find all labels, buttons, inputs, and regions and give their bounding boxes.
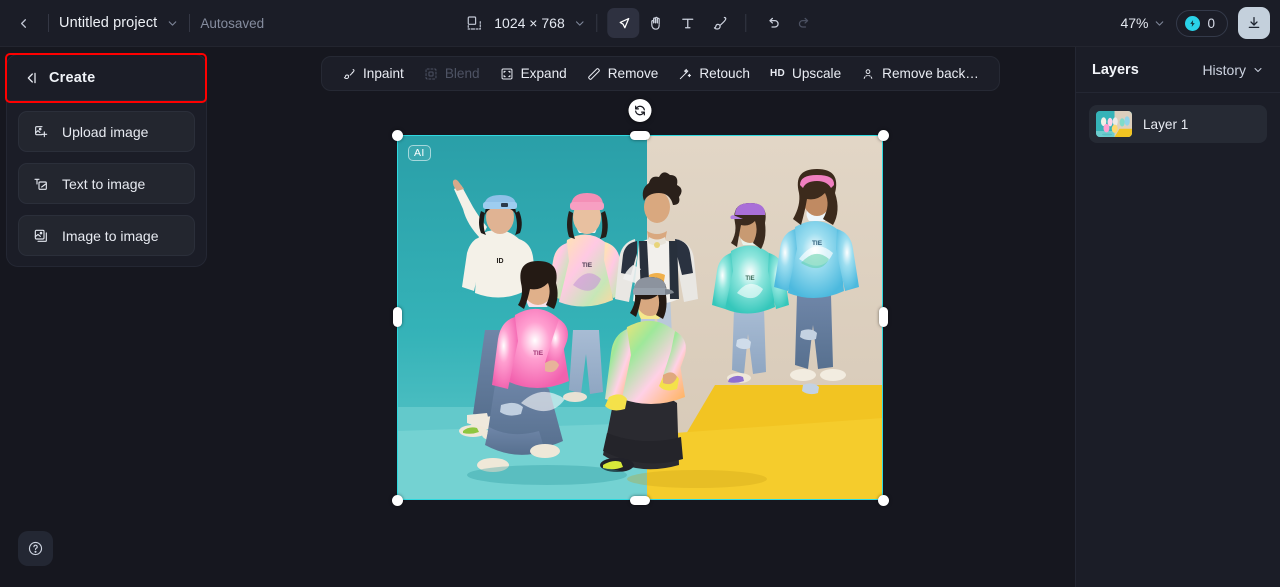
eraser-icon (587, 67, 601, 81)
create-option-text-to-image[interactable]: Text to image (18, 163, 195, 204)
layer-thumbnail (1096, 111, 1132, 137)
create-panel: Create Upload image Text to image Image … (6, 54, 207, 267)
selection-border (397, 135, 883, 500)
back-button[interactable] (8, 8, 38, 38)
chevron-down-icon[interactable] (574, 17, 587, 30)
resize-handle-middle-right[interactable] (878, 307, 888, 327)
canvas-dimensions[interactable]: 1024 × 768 (494, 15, 564, 31)
toolbar-upscale[interactable]: HD Upscale (762, 60, 849, 87)
top-bar-center-tools: 1024 × 768 (459, 0, 820, 46)
divider (596, 14, 598, 32)
inpaint-brush-icon (342, 67, 356, 81)
expand-frame-icon (500, 67, 514, 81)
create-panel-title: Create (49, 69, 96, 86)
canvas-selection[interactable]: ID TIE TIE TIE TIE AI (391, 99, 889, 506)
resize-handle-bottom-center[interactable] (630, 495, 650, 505)
toolbar-label: Blend (444, 66, 480, 81)
text-to-image-icon (33, 176, 49, 192)
history-label: History (1202, 61, 1246, 78)
toolbar-retouch[interactable]: Retouch (670, 60, 758, 87)
toolbar-inpaint[interactable]: Inpaint (334, 60, 412, 87)
retouch-wand-icon (678, 67, 692, 81)
divider (48, 14, 49, 32)
toolbar-remove-background[interactable]: Remove back… (853, 60, 987, 87)
resize-handle-middle-left[interactable] (392, 307, 402, 327)
toolbar-label: Remove (607, 66, 659, 81)
chevron-down-icon[interactable] (1153, 17, 1166, 30)
divider (189, 14, 191, 32)
autosaved-status: Autosaved (200, 15, 265, 31)
rotate-handle[interactable] (628, 99, 652, 122)
resize-handle-top-left[interactable] (391, 129, 403, 141)
project-title[interactable]: Untitled project (59, 15, 157, 31)
download-button[interactable] (1238, 7, 1270, 39)
brush-tool[interactable] (704, 8, 736, 38)
create-option-upload-image[interactable]: Upload image (18, 111, 195, 152)
credit-coin-icon (1185, 15, 1201, 31)
create-panel-header: Create (7, 55, 206, 101)
pan-tool[interactable] (640, 8, 672, 38)
hd-badge-icon: HD (769, 68, 786, 79)
credits-pill[interactable]: 0 (1176, 9, 1228, 37)
collapse-panel-icon[interactable] (23, 70, 39, 86)
create-option-label: Image to image (62, 227, 159, 244)
layers-list: Layer 1 (1076, 93, 1280, 155)
divider (745, 14, 747, 32)
layer-name: Layer 1 (1143, 116, 1189, 132)
toolbar-blend[interactable]: Blend (416, 60, 488, 87)
create-option-label: Upload image (62, 123, 149, 140)
resize-handle-top-center[interactable] (630, 130, 650, 140)
ai-badge: AI (408, 145, 431, 161)
toolbar-label: Retouch (699, 66, 750, 81)
image-to-image-icon (33, 228, 49, 244)
toolbar-label: Inpaint (363, 66, 404, 81)
toolbar-expand[interactable]: Expand (492, 60, 575, 87)
remove-background-icon (861, 67, 875, 81)
canvas-edit-toolbar: Inpaint Blend Expand Remove Retouch HD U… (321, 56, 1000, 91)
top-bar-left: Untitled project Autosaved (0, 0, 264, 46)
history-tab[interactable]: History (1202, 62, 1264, 78)
redo-button[interactable] (789, 8, 821, 38)
create-option-label: Text to image (62, 175, 146, 192)
create-option-image-to-image[interactable]: Image to image (18, 215, 195, 256)
resize-frame-icon[interactable] (459, 8, 489, 38)
toolbar-label: Expand (520, 66, 567, 81)
resize-handle-top-right[interactable] (877, 129, 889, 141)
image-plus-icon (33, 124, 49, 140)
chevron-down-icon[interactable] (166, 17, 179, 30)
create-options-list: Upload image Text to image Image to imag… (7, 101, 206, 256)
text-tool[interactable] (672, 8, 704, 38)
toolbar-remove[interactable]: Remove (579, 60, 667, 87)
zoom-level[interactable]: 47% (1120, 15, 1148, 31)
top-bar-right: 47% 0 (1120, 0, 1270, 46)
credits-count: 0 (1207, 15, 1215, 31)
chevron-down-icon (1252, 64, 1264, 76)
layers-title: Layers (1092, 61, 1139, 78)
select-tool[interactable] (607, 8, 640, 38)
blend-frame-icon (424, 67, 438, 81)
toolbar-label: Upscale (792, 66, 842, 81)
layer-item[interactable]: Layer 1 (1089, 105, 1267, 143)
app-root: Untitled project Autosaved 1024 × 768 47… (0, 0, 1280, 587)
help-button[interactable] (18, 531, 53, 566)
top-bar: Untitled project Autosaved 1024 × 768 47… (0, 0, 1280, 47)
layers-panel: Layers History Layer 1 (1075, 47, 1280, 587)
undo-button[interactable] (757, 8, 789, 38)
resize-handle-bottom-right[interactable] (877, 494, 889, 506)
layers-panel-header: Layers History (1076, 47, 1280, 93)
resize-handle-bottom-left[interactable] (391, 494, 403, 506)
toolbar-label: Remove back… (882, 66, 979, 81)
